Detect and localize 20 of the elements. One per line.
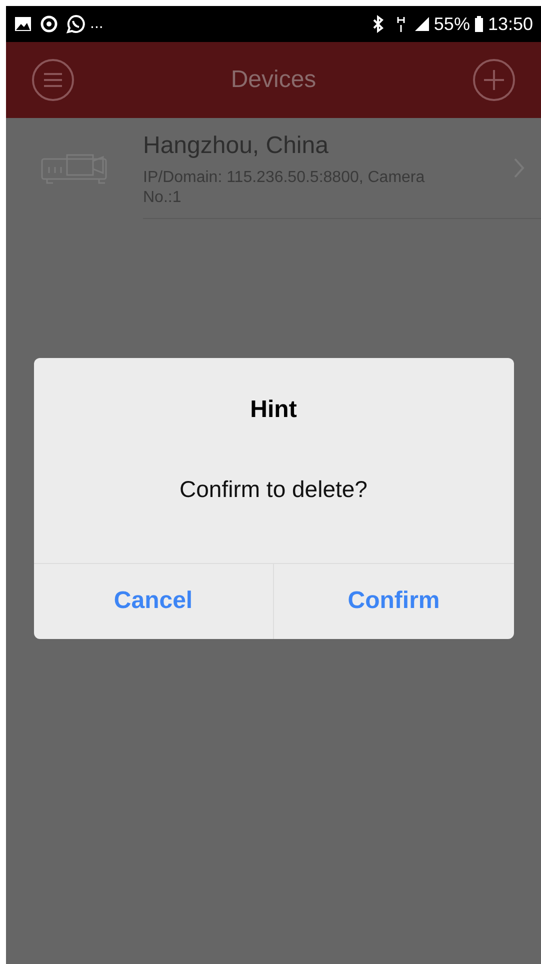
image-icon: [14, 16, 32, 32]
battery-icon: [474, 15, 484, 33]
add-button[interactable]: [472, 59, 515, 101]
dialog-message: Confirm to delete?: [178, 475, 368, 504]
menu-button[interactable]: [32, 59, 74, 101]
chat-icon: [66, 14, 86, 34]
screen-title: Devices: [230, 65, 316, 95]
signal-icon: [414, 16, 430, 32]
dialog-button[interactable]: Cancel: [34, 564, 273, 638]
clock-time: 13:50: [488, 12, 533, 36]
target-icon: [40, 15, 58, 33]
network-type-icon: [396, 15, 406, 33]
menu-icon: [43, 72, 63, 88]
dialog-title: Hint: [249, 395, 298, 425]
battery-percent: 55%: [434, 12, 470, 36]
more-notifications-text: ...: [90, 14, 104, 34]
dialog-button[interactable]: Confirm: [273, 564, 514, 638]
plus-icon: [482, 69, 505, 91]
device-name: Hangzhou, China: [143, 131, 330, 161]
bluetooth-icon: [372, 15, 384, 33]
